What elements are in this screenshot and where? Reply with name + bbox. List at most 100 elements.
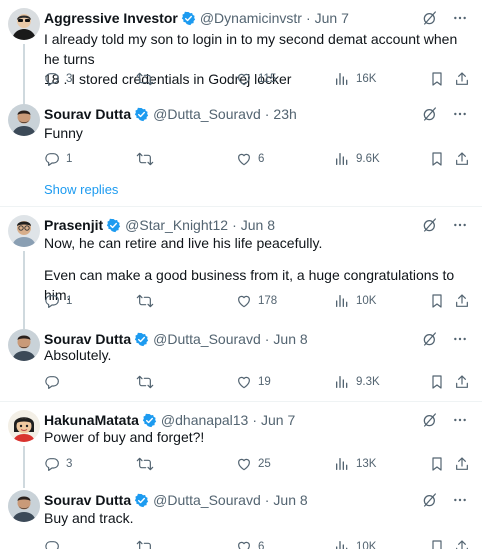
tweet-header: Prasenjit @Star_Knight12 · Jun 8 <box>44 215 275 235</box>
more-options-icon[interactable] <box>452 10 468 31</box>
like-count: 115 <box>258 73 277 85</box>
bookmark-button[interactable] <box>429 71 445 87</box>
action-bar: 1 6 9.6K <box>44 150 468 168</box>
author-name[interactable]: Sourav Dutta <box>44 106 131 122</box>
tweet[interactable]: Sourav Dutta @Dutta_Souravd · Jun 8 Abso… <box>0 329 482 399</box>
retweet-button[interactable] <box>136 293 154 309</box>
show-replies-link[interactable]: Show replies <box>44 182 118 197</box>
author-handle[interactable]: @Star_Knight12 <box>125 217 228 233</box>
reply-icon <box>44 71 60 87</box>
timestamp[interactable]: Jun 8 <box>241 217 275 233</box>
reply-button[interactable]: 3 <box>44 456 72 472</box>
reply-count: 1 <box>66 295 73 307</box>
avatar[interactable] <box>8 215 40 247</box>
avatar[interactable] <box>8 329 40 361</box>
timestamp[interactable]: Jun 7 <box>261 412 295 428</box>
bookmark-icon <box>429 456 445 472</box>
reply-icon <box>44 539 60 549</box>
action-bar: 3 115 16K <box>44 70 468 88</box>
like-button[interactable]: 178 <box>236 293 277 309</box>
share-button[interactable] <box>454 151 470 167</box>
like-count: 25 <box>258 458 271 470</box>
author-handle[interactable]: @Dutta_Souravd <box>153 492 261 508</box>
share-button[interactable] <box>454 374 470 390</box>
author-handle[interactable]: @Dutta_Souravd <box>153 106 261 122</box>
views-button[interactable]: 10K <box>334 539 376 549</box>
heart-icon <box>236 71 252 87</box>
retweet-button[interactable] <box>136 539 154 549</box>
tweet[interactable]: Aggressive Investor @Dynamicinvstr · Jun… <box>0 8 482 112</box>
thread-line <box>23 251 25 329</box>
like-button[interactable]: 25 <box>236 456 271 472</box>
bookmark-button[interactable] <box>429 293 445 309</box>
reply-button[interactable]: 3 <box>44 71 72 87</box>
timestamp[interactable]: 23h <box>273 106 296 122</box>
views-button[interactable]: 9.6K <box>334 151 380 167</box>
bookmark-button[interactable] <box>429 374 445 390</box>
avatar[interactable] <box>8 8 40 40</box>
bookmark-icon <box>429 71 445 87</box>
retweet-button[interactable] <box>136 71 154 87</box>
share-icon <box>454 374 470 390</box>
tweet[interactable]: HakunaMatata @dhanapal13 · Jun 7 Power o… <box>0 410 482 488</box>
tweet-text: Power of buy and forget?! <box>44 427 468 447</box>
views-button[interactable]: 16K <box>334 71 376 87</box>
retweet-icon <box>136 374 154 390</box>
author-handle[interactable]: @dhanapal13 <box>161 412 248 428</box>
retweet-icon <box>136 539 154 549</box>
avatar[interactable] <box>8 490 40 522</box>
tweet[interactable]: Sourav Dutta @Dutta_Souravd · Jun 8 Buy … <box>0 490 482 549</box>
heart-icon <box>236 456 252 472</box>
author-handle[interactable]: @Dynamicinvstr <box>200 10 302 26</box>
share-button[interactable] <box>454 71 470 87</box>
avatar[interactable] <box>8 104 40 136</box>
avatar[interactable] <box>8 410 40 442</box>
like-count: 178 <box>258 295 278 307</box>
like-button[interactable]: 115 <box>236 71 276 87</box>
views-button[interactable]: 13K <box>334 456 376 472</box>
author-name[interactable]: Prasenjit <box>44 217 103 233</box>
share-icon <box>454 293 470 309</box>
reply-count: 3 <box>66 73 73 85</box>
share-button[interactable] <box>454 293 470 309</box>
share-icon <box>454 539 470 549</box>
like-button[interactable]: 6 <box>236 539 264 549</box>
author-name[interactable]: Sourav Dutta <box>44 492 131 508</box>
tweet[interactable]: Prasenjit @Star_Knight12 · Jun 8 Now, he… <box>0 215 482 329</box>
author-name[interactable]: HakunaMatata <box>44 412 139 428</box>
action-bar: 1 178 10K <box>44 292 468 310</box>
views-button[interactable]: 10K <box>334 293 376 309</box>
like-count: 6 <box>258 153 265 165</box>
bookmark-button[interactable] <box>429 456 445 472</box>
reply-button[interactable] <box>44 539 60 549</box>
verified-badge-icon <box>134 493 149 508</box>
bar-chart-icon <box>334 71 350 87</box>
like-button[interactable]: 19 <box>236 374 271 390</box>
action-bar: 19 9.3K <box>44 373 468 391</box>
share-button[interactable] <box>454 456 470 472</box>
grok-icon[interactable] <box>422 10 438 31</box>
separator-dot: · <box>264 492 270 508</box>
reply-button[interactable] <box>44 374 60 390</box>
retweet-icon <box>136 456 154 472</box>
retweet-button[interactable] <box>136 151 154 167</box>
author-name[interactable]: Aggressive Investor <box>44 10 178 26</box>
views-count: 9.6K <box>356 153 380 165</box>
tweet[interactable]: Sourav Dutta @Dutta_Souravd · 23h Funny … <box>0 104 482 184</box>
timestamp[interactable]: Jun 8 <box>273 492 307 508</box>
like-button[interactable]: 6 <box>236 151 264 167</box>
bar-chart-icon <box>334 151 350 167</box>
separator-dot: · <box>264 106 270 122</box>
retweet-icon <box>136 151 154 167</box>
share-button[interactable] <box>454 539 470 549</box>
reply-button[interactable]: 1 <box>44 293 72 309</box>
tweet-text-line: Buy and track. <box>44 510 134 526</box>
reply-button[interactable]: 1 <box>44 151 72 167</box>
retweet-button[interactable] <box>136 456 154 472</box>
tweet-text-line: Power of buy and forget?! <box>44 429 205 445</box>
retweet-button[interactable] <box>136 374 154 390</box>
views-button[interactable]: 9.3K <box>334 374 380 390</box>
bookmark-button[interactable] <box>429 539 445 549</box>
timestamp[interactable]: Jun 7 <box>315 10 349 26</box>
bookmark-button[interactable] <box>429 151 445 167</box>
